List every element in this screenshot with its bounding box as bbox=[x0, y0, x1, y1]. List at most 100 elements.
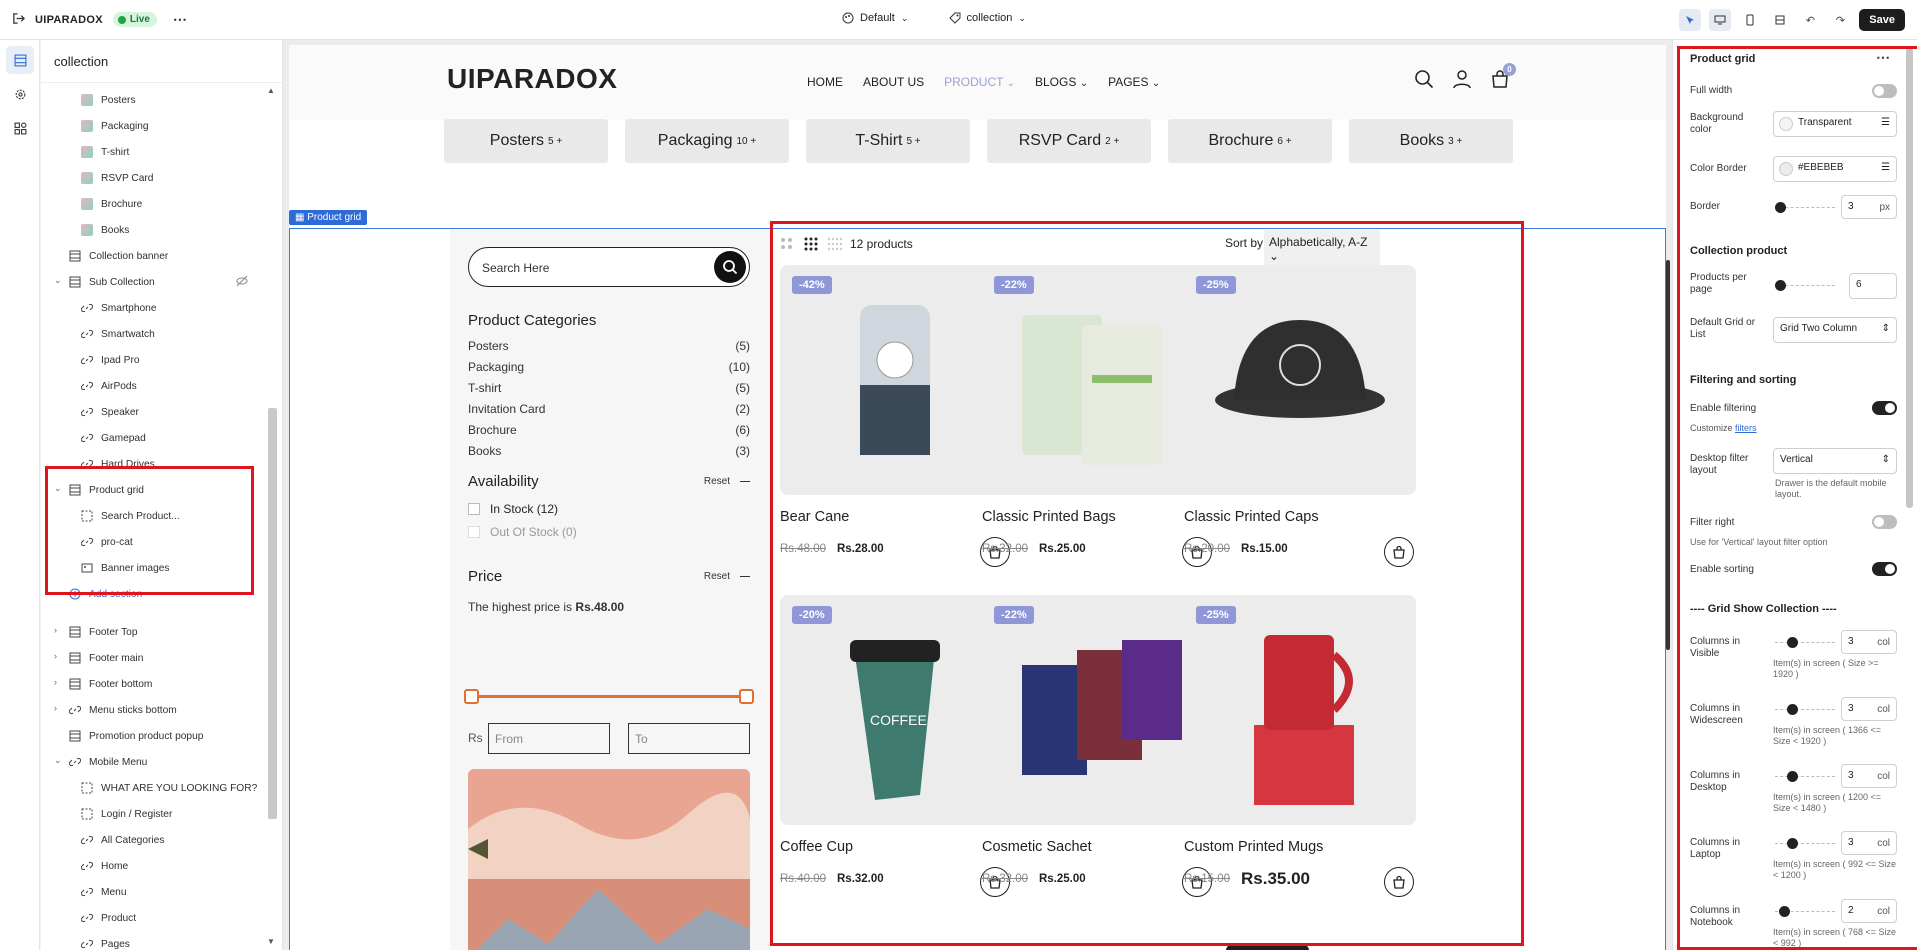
filter-category-item[interactable]: Posters (5) bbox=[468, 339, 750, 353]
columns-slider[interactable] bbox=[1775, 838, 1835, 849]
columns-input[interactable]: 3 col bbox=[1841, 697, 1897, 721]
sort-select[interactable]: Alphabetically, A-Z ⌄ bbox=[1264, 230, 1380, 268]
add-to-cart-button[interactable] bbox=[1384, 867, 1414, 897]
sidebar-item[interactable]: Footer bottom bbox=[69, 673, 152, 695]
enable-filtering-toggle[interactable] bbox=[1872, 401, 1897, 415]
exit-icon[interactable] bbox=[12, 12, 25, 28]
fullscreen-icon[interactable] bbox=[1769, 9, 1791, 31]
category-pill[interactable]: T-Shirt 5 + bbox=[806, 119, 970, 163]
sidebar-item[interactable]: Smartphone bbox=[81, 297, 157, 319]
nav-item[interactable]: BLOGS ⌄ bbox=[1035, 75, 1088, 89]
sidebar-item[interactable]: Home bbox=[81, 855, 128, 877]
sidebar-item[interactable]: Menu sticks bottom bbox=[69, 699, 177, 721]
sidebar-item[interactable]: RSVP Card bbox=[81, 167, 153, 189]
product-name[interactable]: Cosmetic Sachet bbox=[982, 839, 1092, 855]
enable-sorting-toggle[interactable] bbox=[1872, 562, 1897, 576]
sidebar-item[interactable]: Collection banner bbox=[69, 245, 168, 267]
chevron-right-icon[interactable]: › bbox=[54, 651, 57, 661]
sidebar-item[interactable]: Smartwatch bbox=[81, 323, 155, 345]
product-image[interactable]: -42% bbox=[780, 265, 1012, 495]
columns-input[interactable]: 3 col bbox=[1841, 764, 1897, 788]
chevron-right-icon[interactable]: › bbox=[54, 625, 57, 635]
columns-input[interactable]: 3 col bbox=[1841, 831, 1897, 855]
grid-four-icon[interactable] bbox=[827, 237, 843, 254]
desktop-view-icon[interactable] bbox=[1709, 9, 1732, 31]
border-slider[interactable] bbox=[1775, 202, 1835, 213]
sidebar-item[interactable]: Gamepad bbox=[81, 427, 146, 449]
product-image[interactable]: -25% bbox=[1184, 265, 1416, 495]
sidebar-item[interactable]: Packaging bbox=[81, 115, 149, 137]
full-width-toggle[interactable] bbox=[1872, 84, 1897, 98]
sidebar-item[interactable]: T-shirt bbox=[81, 141, 129, 163]
sidebar-item[interactable]: Promotion product popup bbox=[69, 725, 203, 747]
sidebar-item[interactable]: Footer Top bbox=[69, 621, 138, 643]
columns-slider[interactable] bbox=[1775, 906, 1835, 917]
filter-category-item[interactable]: T-shirt (5) bbox=[468, 381, 750, 395]
filter-category-item[interactable]: Books (3) bbox=[468, 444, 750, 458]
color-border-field[interactable]: #EBEBEB ☰ bbox=[1773, 156, 1897, 182]
search-input[interactable]: Search Here bbox=[468, 247, 750, 287]
sidebar-item[interactable]: Menu bbox=[81, 881, 126, 903]
filter-category-item[interactable]: Packaging (10) bbox=[468, 360, 750, 374]
columns-slider[interactable] bbox=[1775, 704, 1835, 715]
nav-item[interactable]: PAGES ⌄ bbox=[1108, 75, 1160, 89]
sidebar-item[interactable]: Mobile Menu bbox=[69, 751, 147, 773]
category-pill[interactable]: Books 3 + bbox=[1349, 119, 1513, 163]
mobile-view-icon[interactable] bbox=[1739, 9, 1761, 31]
more-icon[interactable]: ⋯ bbox=[173, 11, 187, 28]
account-icon[interactable] bbox=[1452, 69, 1472, 92]
columns-input[interactable]: 2 col bbox=[1841, 899, 1897, 923]
section-badge[interactable]: ▦ Product grid bbox=[289, 210, 368, 225]
price-max-handle[interactable] bbox=[739, 689, 754, 704]
product-image[interactable]: -22% bbox=[982, 265, 1214, 495]
category-pill[interactable]: Packaging 10 + bbox=[625, 119, 789, 163]
canvas-scrollbar[interactable] bbox=[1666, 260, 1670, 650]
filter-right-toggle[interactable] bbox=[1872, 515, 1897, 529]
sidebar-item[interactable]: Banner images bbox=[81, 557, 170, 579]
category-pill[interactable]: Brochure 6 + bbox=[1168, 119, 1332, 163]
sidebar-item[interactable]: Posters bbox=[81, 89, 136, 111]
chevron-down-icon[interactable]: ⌄ bbox=[54, 483, 62, 494]
price-from-input[interactable]: From bbox=[488, 723, 610, 754]
chevron-right-icon[interactable]: › bbox=[54, 677, 57, 687]
category-pill[interactable]: Posters 5 + bbox=[444, 119, 608, 163]
nav-item[interactable]: HOME bbox=[807, 75, 843, 89]
sidebar-item[interactable]: AirPods bbox=[81, 375, 137, 397]
sidebar-item[interactable]: Add section bbox=[69, 583, 142, 605]
product-image[interactable]: COFFEE -20% bbox=[780, 595, 1012, 825]
cart-icon[interactable]: 0 bbox=[1490, 63, 1516, 92]
product-name[interactable]: Coffee Cup bbox=[780, 839, 853, 855]
product-name[interactable]: Bear Cane bbox=[780, 509, 849, 525]
sidebar-item[interactable]: Brochure bbox=[81, 193, 142, 215]
list-view-icon[interactable] bbox=[780, 237, 794, 254]
desktop-filter-select[interactable]: Vertical ⇕ bbox=[1773, 448, 1897, 474]
inspector-icon[interactable] bbox=[1679, 9, 1702, 31]
out-of-stock-checkbox[interactable]: Out Of Stock (0) bbox=[468, 525, 577, 539]
sidebar-item[interactable]: Pages bbox=[81, 933, 130, 950]
chevron-right-icon[interactable]: › bbox=[54, 703, 57, 713]
search-submit-icon[interactable] bbox=[714, 251, 746, 283]
price-min-handle[interactable] bbox=[464, 689, 479, 704]
bg-color-field[interactable]: Transparent ☰ bbox=[1773, 111, 1897, 137]
scroll-down-icon[interactable]: ▼ bbox=[267, 937, 275, 946]
sidebar-scrollbar[interactable] bbox=[268, 408, 277, 819]
products-per-page-input[interactable]: 6 bbox=[1849, 273, 1897, 299]
more-options-icon[interactable]: ⋯ bbox=[1876, 49, 1890, 66]
hidden-eye-icon[interactable] bbox=[236, 275, 248, 290]
sidebar-item[interactable]: Ipad Pro bbox=[81, 349, 140, 371]
sections-icon[interactable] bbox=[6, 46, 34, 74]
theme-selector[interactable]: Default ⌄ bbox=[842, 12, 909, 24]
price-reset[interactable]: Reset — bbox=[704, 571, 750, 582]
columns-input[interactable]: 3 col bbox=[1841, 630, 1897, 654]
price-to-input[interactable]: To bbox=[628, 723, 750, 754]
default-grid-select[interactable]: Grid Two Column ⇕ bbox=[1773, 317, 1897, 343]
product-name[interactable]: Classic Printed Bags bbox=[982, 509, 1116, 525]
filter-category-item[interactable]: Brochure (6) bbox=[468, 423, 750, 437]
filter-banner-image[interactable] bbox=[468, 769, 750, 950]
nav-item[interactable]: PRODUCT ⌄ bbox=[944, 75, 1015, 89]
sidebar-item[interactable]: Search Product... bbox=[81, 505, 180, 527]
redo-icon[interactable]: ↷ bbox=[1829, 9, 1851, 31]
scroll-up-icon[interactable]: ▲ bbox=[267, 86, 275, 95]
chevron-down-icon[interactable]: ⌄ bbox=[54, 275, 62, 286]
sidebar-item[interactable]: Hard Drives bbox=[81, 453, 155, 475]
